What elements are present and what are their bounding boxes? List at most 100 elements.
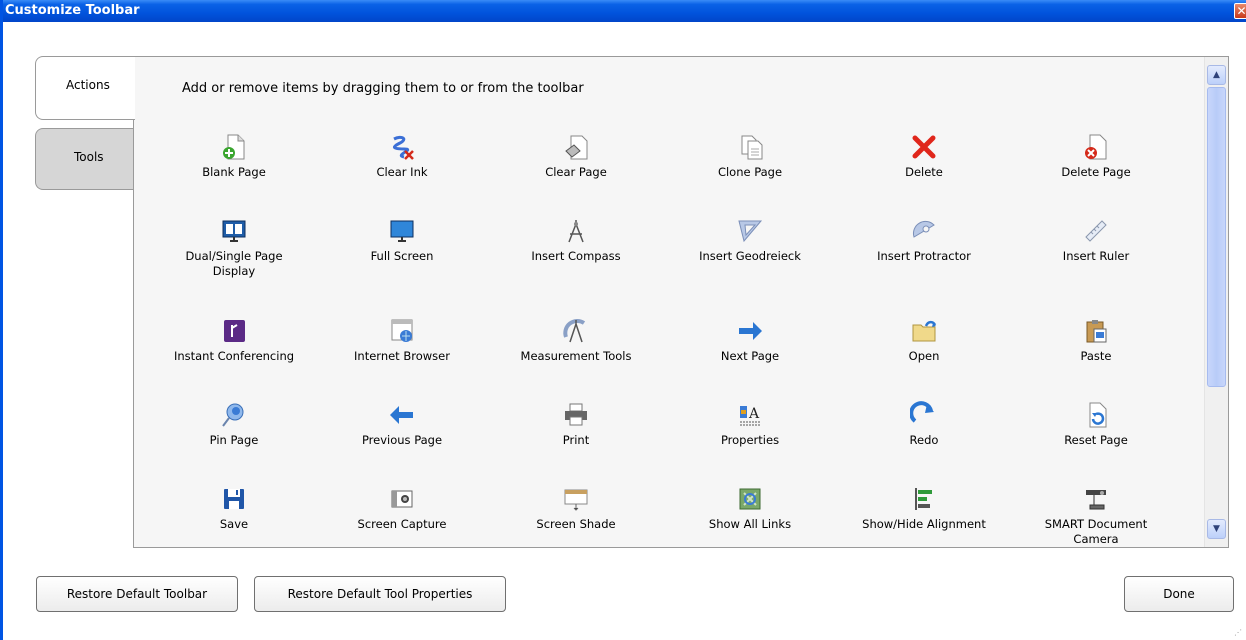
toolbar-item-label: Blank Page: [202, 165, 266, 179]
toolbar-item[interactable]: Print: [496, 401, 656, 448]
clear-ink-icon: [382, 133, 422, 165]
restore-default-tool-properties-button[interactable]: Restore Default Tool Properties: [254, 576, 506, 612]
toolbar-item-label: Internet Browser: [354, 349, 450, 363]
measurement-tools-icon: [556, 317, 596, 349]
toolbar-item[interactable]: Clear Ink: [322, 133, 482, 180]
show-all-links-icon: [730, 485, 770, 517]
scrollbar-thumb[interactable]: [1207, 87, 1226, 387]
full-screen-icon: [382, 217, 422, 249]
toolbar-item[interactable]: A Properties: [670, 401, 830, 448]
done-button[interactable]: Done: [1124, 576, 1234, 612]
toolbar-item-label: Insert Ruler: [1062, 249, 1130, 263]
restore-default-toolbar-button[interactable]: Restore Default Toolbar: [36, 576, 238, 612]
toolbar-item[interactable]: Clone Page: [670, 133, 830, 180]
toolbar-item-label: SMART Document Camera: [1044, 517, 1148, 546]
toolbar-item-label: Insert Compass: [531, 249, 621, 263]
paste-icon: [1076, 317, 1116, 349]
toolbar-item[interactable]: Pin Page: [154, 401, 314, 448]
toolbar-item[interactable]: SMART Document Camera: [1016, 485, 1176, 547]
toolbar-item[interactable]: Previous Page: [322, 401, 482, 448]
toolbar-item[interactable]: Instant Conferencing: [154, 317, 314, 364]
toolbar-item[interactable]: Delete: [844, 133, 1004, 180]
redo-icon: [904, 401, 944, 433]
toolbar-item-label: Properties: [720, 433, 780, 447]
scroll-down-button[interactable]: ▼: [1207, 519, 1226, 539]
blank-page-icon: [214, 133, 254, 165]
toolbar-item[interactable]: Measurement Tools: [496, 317, 656, 364]
scroll-up-button[interactable]: ▲: [1207, 65, 1226, 85]
toolbar-item[interactable]: Next Page: [670, 317, 830, 364]
toolbar-item-label: Delete Page: [1061, 165, 1131, 179]
delete-icon: [904, 133, 944, 165]
vertical-scrollbar[interactable]: ▲ ▼: [1204, 57, 1228, 547]
toolbar-item[interactable]: Insert Geodreieck: [670, 217, 830, 264]
toolbar-item-label: Show All Links: [708, 517, 792, 531]
toolbar-item[interactable]: Screen Capture: [322, 485, 482, 532]
toolbar-item[interactable]: Full Screen: [322, 217, 482, 264]
save-icon: [214, 485, 254, 517]
toolbar-item[interactable]: Clear Page: [496, 133, 656, 180]
toolbar-item[interactable]: Blank Page: [154, 133, 314, 180]
compass-icon: [556, 217, 596, 249]
instant-conferencing-icon: [214, 317, 254, 349]
toolbar-item-label: Redo: [909, 433, 939, 447]
toolbar-item-label: Paste: [1080, 349, 1112, 363]
toolbar-item-label: Print: [562, 433, 590, 447]
customize-toolbar-window: Customize Toolbar ✕ Actions Tools Add or…: [0, 0, 1246, 640]
camera-icon: [382, 485, 422, 517]
toolbar-item[interactable]: Insert Ruler: [1016, 217, 1176, 264]
actions-panel: Add or remove items by dragging them to …: [133, 56, 1229, 548]
svg-text:A: A: [748, 406, 760, 422]
screen-shade-icon: [556, 485, 596, 517]
close-button[interactable]: ✕: [1234, 3, 1246, 19]
document-camera-icon: [1076, 485, 1116, 517]
tab-actions[interactable]: Actions: [35, 56, 135, 120]
internet-browser-icon: [382, 317, 422, 349]
toolbar-item[interactable]: Delete Page: [1016, 133, 1176, 180]
toolbar-item-label: Next Page: [720, 349, 780, 363]
toolbar-item[interactable]: Dual/Single Page Display: [154, 217, 314, 279]
toolbar-item[interactable]: Insert Protractor: [844, 217, 1004, 264]
ruler-icon: [1076, 217, 1116, 249]
toolbar-item-label: Clear Page: [545, 165, 607, 179]
toolbar-item-label: Reset Page: [1064, 433, 1128, 447]
resize-grip-icon[interactable]: ⋰: [1234, 628, 1244, 638]
delete-page-icon: [1076, 133, 1116, 165]
toolbar-item[interactable]: Internet Browser: [322, 317, 482, 364]
toolbar-item-label: Insert Protractor: [877, 249, 971, 263]
toolbar-item-label: Clear Ink: [376, 165, 428, 179]
instructions-text: Add or remove items by dragging them to …: [182, 81, 584, 96]
toolbar-item[interactable]: Paste: [1016, 317, 1176, 364]
tab-tools[interactable]: Tools: [35, 128, 135, 190]
toolbar-item-label: Delete: [905, 165, 943, 179]
toolbar-item-label: Clone Page: [717, 165, 783, 179]
toolbar-item[interactable]: Show All Links: [670, 485, 830, 532]
toolbar-item[interactable]: Redo: [844, 401, 1004, 448]
toolbar-item-label: Pin Page: [209, 433, 259, 447]
geodreieck-icon: [730, 217, 770, 249]
toolbar-item-label: Screen Shade: [536, 517, 616, 531]
toolbar-item-label: Measurement Tools: [520, 349, 632, 363]
tab-tools-label: Tools: [74, 150, 104, 164]
toolbar-item[interactable]: Reset Page: [1016, 401, 1176, 448]
reset-page-icon: [1076, 401, 1116, 433]
dual-single-page-display-icon: [214, 217, 254, 249]
close-icon: ✕: [1236, 4, 1246, 18]
protractor-icon: [904, 217, 944, 249]
title-bar[interactable]: Customize Toolbar ✕: [3, 0, 1246, 22]
alignment-icon: [904, 485, 944, 517]
toolbar-item-label: Previous Page: [361, 433, 443, 447]
toolbar-item[interactable]: Screen Shade: [496, 485, 656, 532]
toolbar-item[interactable]: Insert Compass: [496, 217, 656, 264]
open-folder-icon: [904, 317, 944, 349]
toolbar-item-label: Open: [908, 349, 940, 363]
toolbar-item[interactable]: Open: [844, 317, 1004, 364]
toolbar-item-label: Save: [219, 517, 249, 531]
toolbar-item[interactable]: Show/Hide Alignment: [844, 485, 1004, 532]
printer-icon: [556, 401, 596, 433]
clone-page-icon: [730, 133, 770, 165]
clear-page-icon: [556, 133, 596, 165]
toolbar-item[interactable]: Save: [154, 485, 314, 532]
chevron-down-icon: ▼: [1213, 524, 1220, 534]
toolbar-item-label: Insert Geodreieck: [699, 249, 801, 263]
